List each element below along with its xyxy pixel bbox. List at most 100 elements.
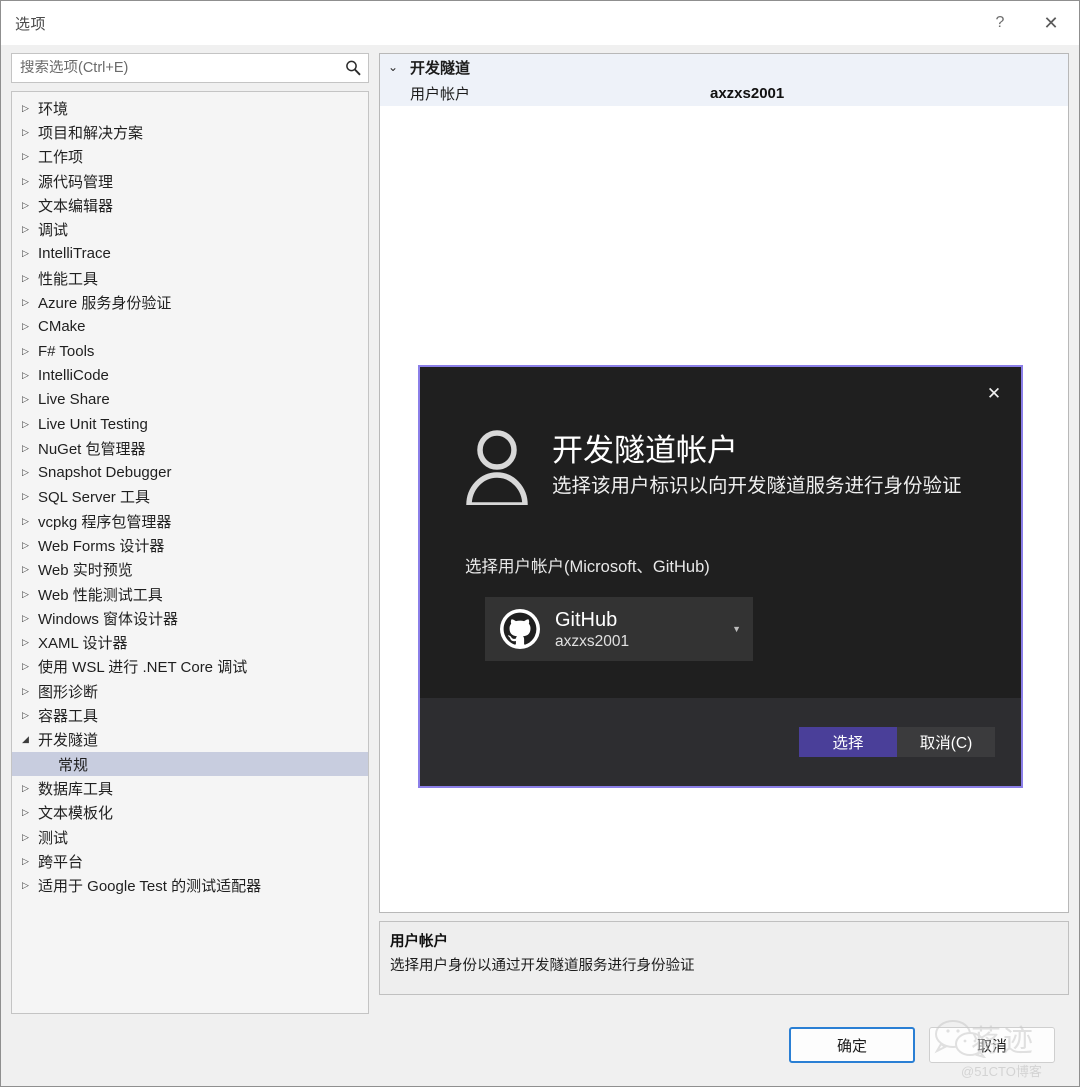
expander-collapsed-icon[interactable]: ▷: [22, 273, 38, 284]
expander-collapsed-icon[interactable]: ▷: [22, 176, 38, 187]
sidebar-item[interactable]: ▷ 工作项: [12, 145, 368, 169]
sidebar-item[interactable]: ▷ 调试: [12, 217, 368, 241]
sidebar-item[interactable]: ▷ Azure 服务身份验证: [12, 290, 368, 314]
sidebar-item-label: IntelliCode: [38, 366, 109, 384]
expander-collapsed-icon[interactable]: ▷: [22, 516, 38, 527]
expander-collapsed-icon[interactable]: ▷: [22, 637, 38, 648]
window-title: 选项: [15, 15, 47, 33]
expander-collapsed-icon[interactable]: ▷: [22, 880, 38, 891]
chevron-down-icon[interactable]: ▼: [732, 624, 745, 634]
sidebar-item-label: CMake: [38, 318, 86, 336]
sidebar-item[interactable]: ▷ 适用于 Google Test 的测试适配器: [12, 874, 368, 898]
expander-expanded-icon[interactable]: ◢: [22, 734, 38, 745]
options-tree[interactable]: ▷ 环境 ▷ 项目和解决方案 ▷ 工作项 ▷ 源代码管理 ▷ 文本编辑器 ▷ 调试 ▷ IntelliTr…: [11, 91, 369, 1014]
sidebar-item[interactable]: 常规: [12, 752, 368, 777]
modal-close-icon[interactable]: ✕: [977, 379, 1011, 409]
help-button[interactable]: ?: [977, 1, 1023, 45]
sidebar-item[interactable]: ◢ 开发隧道: [12, 728, 368, 752]
sidebar-item[interactable]: ▷ Snapshot Debugger: [12, 460, 368, 484]
close-window-button[interactable]: ✕: [1023, 1, 1079, 45]
dialog-footer: 确定 取消 蒋迹 @51CTO博客: [1, 1014, 1079, 1086]
table-row[interactable]: 用户帐户 axzxs2001: [380, 80, 1068, 106]
ok-button[interactable]: 确定: [789, 1027, 915, 1063]
search-options-box[interactable]: [11, 53, 369, 83]
sidebar-item[interactable]: ▷ Live Unit Testing: [12, 412, 368, 436]
sidebar-item-label: NuGet 包管理器: [38, 440, 146, 458]
search-input[interactable]: [20, 60, 344, 76]
modal-cancel-button[interactable]: 取消(C): [897, 727, 995, 757]
expander-collapsed-icon[interactable]: ▷: [22, 321, 38, 332]
expander-collapsed-icon[interactable]: ▷: [22, 661, 38, 672]
sidebar-item[interactable]: ▷ 图形诊断: [12, 679, 368, 703]
sidebar-item-label: 适用于 Google Test 的测试适配器: [38, 878, 262, 896]
select-button[interactable]: 选择: [799, 727, 897, 757]
sidebar-item[interactable]: ▷ Web 性能测试工具: [12, 582, 368, 606]
sidebar-item[interactable]: ▷ Web 实时预览: [12, 558, 368, 582]
sidebar-item[interactable]: ▷ 源代码管理: [12, 169, 368, 193]
options-dialog-window: 选项 ? ✕ ▷环境▷项目和解决方案▷工作项▷源代码管理▷文本编辑器▷调试▷In…: [0, 0, 1080, 1087]
sidebar-item[interactable]: ▷ 性能工具: [12, 266, 368, 290]
account-prompt-label: 选择用户帐户(Microsoft、GitHub): [465, 558, 710, 576]
sidebar-item[interactable]: ▷ SQL Server 工具: [12, 485, 368, 509]
account-provider: GitHub: [555, 608, 618, 631]
sidebar-item[interactable]: ▷ XAML 设计器: [12, 631, 368, 655]
sidebar-item[interactable]: ▷ NuGet 包管理器: [12, 436, 368, 460]
expander-collapsed-icon[interactable]: ▷: [22, 127, 38, 138]
expander-collapsed-icon[interactable]: ▷: [22, 467, 38, 478]
expander-collapsed-icon[interactable]: ▷: [22, 443, 38, 454]
sidebar-item-label: 图形诊断: [38, 683, 99, 701]
sidebar-item[interactable]: ▷ F# Tools: [12, 339, 368, 363]
sidebar-item-label: 使用 WSL 进行 .NET Core 调试: [38, 659, 248, 677]
sidebar-item[interactable]: ▷ 项目和解决方案: [12, 120, 368, 144]
expander-collapsed-icon[interactable]: ▷: [22, 832, 38, 843]
sidebar-item[interactable]: ▷ 测试: [12, 825, 368, 849]
expander-collapsed-icon[interactable]: ▷: [22, 783, 38, 794]
left-pane: ▷环境▷项目和解决方案▷工作项▷源代码管理▷文本编辑器▷调试▷IntelliTr…: [11, 53, 369, 1014]
expander-collapsed-icon[interactable]: ▷: [22, 297, 38, 308]
expander-collapsed-icon[interactable]: ▷: [22, 370, 38, 381]
expander-collapsed-icon[interactable]: ▷: [22, 564, 38, 575]
account-info: GitHub axzxs2001: [555, 608, 732, 651]
sidebar-item[interactable]: ▷ 使用 WSL 进行 .NET Core 调试: [12, 655, 368, 679]
sidebar-item[interactable]: ▷ CMake: [12, 315, 368, 339]
sidebar-item[interactable]: ▷ 数据库工具: [12, 776, 368, 800]
expander-collapsed-icon[interactable]: ▷: [22, 613, 38, 624]
sidebar-item[interactable]: ▷ Live Share: [12, 388, 368, 412]
expander-collapsed-icon[interactable]: ▷: [22, 419, 38, 430]
expander-collapsed-icon[interactable]: ▷: [22, 103, 38, 114]
sidebar-item[interactable]: ▷ Windows 窗体设计器: [12, 606, 368, 630]
expander-collapsed-icon[interactable]: ▷: [22, 589, 38, 600]
expander-collapsed-icon[interactable]: ▷: [22, 248, 38, 259]
sidebar-item[interactable]: ▷ 环境: [12, 96, 368, 120]
sidebar-item[interactable]: ▷ vcpkg 程序包管理器: [12, 509, 368, 533]
expander-collapsed-icon[interactable]: ▷: [22, 224, 38, 235]
expander-collapsed-icon[interactable]: ▷: [22, 807, 38, 818]
property-value-user-account[interactable]: axzxs2001: [710, 85, 784, 102]
sidebar-item[interactable]: ▷ IntelliTrace: [12, 242, 368, 266]
property-grid-category[interactable]: ⌄ 开发隧道: [380, 54, 1068, 80]
sidebar-item-label: 跨平台: [38, 853, 84, 871]
sidebar-item[interactable]: ▷ IntelliCode: [12, 363, 368, 387]
expander-collapsed-icon[interactable]: ▷: [22, 151, 38, 162]
account-picker-dropdown[interactable]: GitHub axzxs2001 ▼: [485, 597, 753, 661]
sidebar-item[interactable]: ▷ 跨平台: [12, 849, 368, 873]
expander-collapsed-icon[interactable]: ▷: [22, 491, 38, 502]
sidebar-item[interactable]: ▷ 文本编辑器: [12, 193, 368, 217]
chevron-down-icon[interactable]: ⌄: [388, 60, 410, 74]
sidebar-item[interactable]: ▷ 容器工具: [12, 703, 368, 727]
sidebar-item-label: 开发隧道: [38, 732, 99, 750]
expander-collapsed-icon[interactable]: ▷: [22, 710, 38, 721]
cancel-button[interactable]: 取消: [929, 1027, 1055, 1063]
sidebar-item[interactable]: ▷ 文本模板化: [12, 801, 368, 825]
sidebar-item-label: Web 性能测试工具: [38, 586, 163, 604]
sidebar-item-label: Live Unit Testing: [38, 415, 148, 433]
expander-collapsed-icon[interactable]: ▷: [22, 346, 38, 357]
expander-collapsed-icon[interactable]: ▷: [22, 394, 38, 405]
sidebar-item[interactable]: ▷ Web Forms 设计器: [12, 533, 368, 557]
expander-collapsed-icon[interactable]: ▷: [22, 540, 38, 551]
expander-collapsed-icon[interactable]: ▷: [22, 856, 38, 867]
description-title: 用户帐户: [390, 934, 448, 950]
sidebar-item-label: 文本模板化: [38, 805, 114, 823]
expander-collapsed-icon[interactable]: ▷: [22, 200, 38, 211]
expander-collapsed-icon[interactable]: ▷: [22, 686, 38, 697]
